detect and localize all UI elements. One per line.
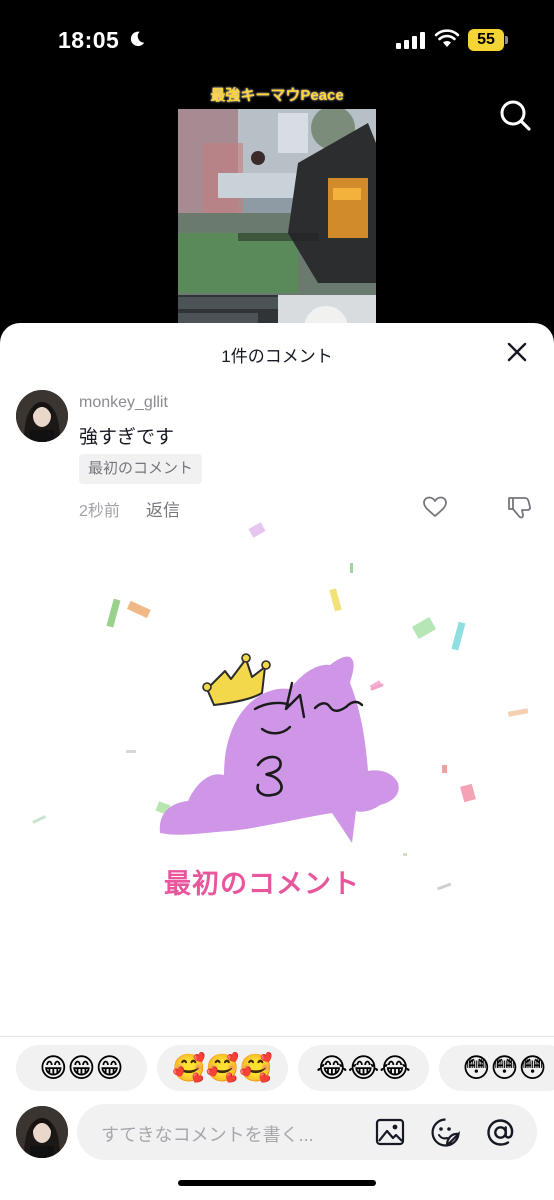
confetti bbox=[329, 588, 342, 612]
current-user-avatar[interactable] bbox=[16, 1106, 68, 1158]
comment-sheet: 1件のコメント monkey_gllit 強すぎです 最初のコメント 2秒前 返… bbox=[0, 323, 554, 1200]
emoji-chip-tears-of-joy[interactable]: 😂😂😂 bbox=[298, 1045, 429, 1091]
video-preview[interactable]: 最強キーマウPeace bbox=[178, 83, 376, 343]
emoji-chip-grin[interactable]: 😁😁😁 bbox=[16, 1045, 147, 1091]
battery-level: 55 bbox=[468, 29, 504, 51]
divider bbox=[0, 1036, 554, 1037]
confetti bbox=[126, 600, 151, 619]
first-comment-badge: 最初のコメント bbox=[79, 454, 203, 484]
status-time: 18:05 bbox=[58, 27, 120, 53]
character-body bbox=[159, 656, 399, 843]
moon-icon bbox=[130, 31, 145, 47]
status-bar: 18:05 55 bbox=[0, 0, 554, 84]
confetti bbox=[126, 750, 136, 753]
emoji-chip-love[interactable]: 🥰🥰🥰 bbox=[157, 1045, 288, 1091]
battery-icon: 55 bbox=[468, 29, 508, 51]
comment-input-placeholder[interactable]: すてきなコメントを書く... bbox=[101, 1121, 314, 1147]
close-icon[interactable] bbox=[505, 340, 529, 364]
confetti bbox=[403, 853, 407, 856]
avatar[interactable] bbox=[16, 390, 68, 442]
confetti bbox=[451, 621, 466, 651]
video-overlay-title: 最強キーマウPeace bbox=[178, 83, 376, 109]
sticker-emoji-icon[interactable] bbox=[430, 1117, 461, 1148]
cellular-signal-icon bbox=[396, 32, 425, 49]
emoji-chip-flushed[interactable]: 😳😳😳 bbox=[439, 1045, 554, 1091]
wifi-icon bbox=[434, 29, 460, 47]
confetti bbox=[32, 815, 47, 824]
confetti bbox=[442, 765, 447, 773]
confetti bbox=[507, 708, 529, 717]
image-icon[interactable] bbox=[375, 1118, 405, 1146]
confetti bbox=[460, 783, 476, 803]
celebration-label: 最初のコメント bbox=[164, 869, 360, 899]
confetti bbox=[248, 522, 266, 538]
search-icon[interactable] bbox=[497, 97, 533, 133]
emoji-quick-bar: 😁😁😁 🥰🥰🥰 😂😂😂 😳😳😳 bbox=[0, 1045, 554, 1091]
confetti bbox=[411, 616, 437, 640]
confetti bbox=[350, 563, 353, 573]
home-indicator bbox=[178, 1180, 376, 1186]
confetti bbox=[106, 598, 121, 628]
sheet-title: 1件のコメント bbox=[221, 347, 333, 366]
comment-username[interactable]: monkey_gllit bbox=[79, 394, 168, 412]
comment-input[interactable]: すてきなコメントを書く... bbox=[77, 1104, 537, 1160]
mention-at-icon[interactable] bbox=[485, 1117, 516, 1148]
gameplay-frame bbox=[178, 83, 376, 343]
comment-text: 強すぎです bbox=[79, 427, 175, 448]
